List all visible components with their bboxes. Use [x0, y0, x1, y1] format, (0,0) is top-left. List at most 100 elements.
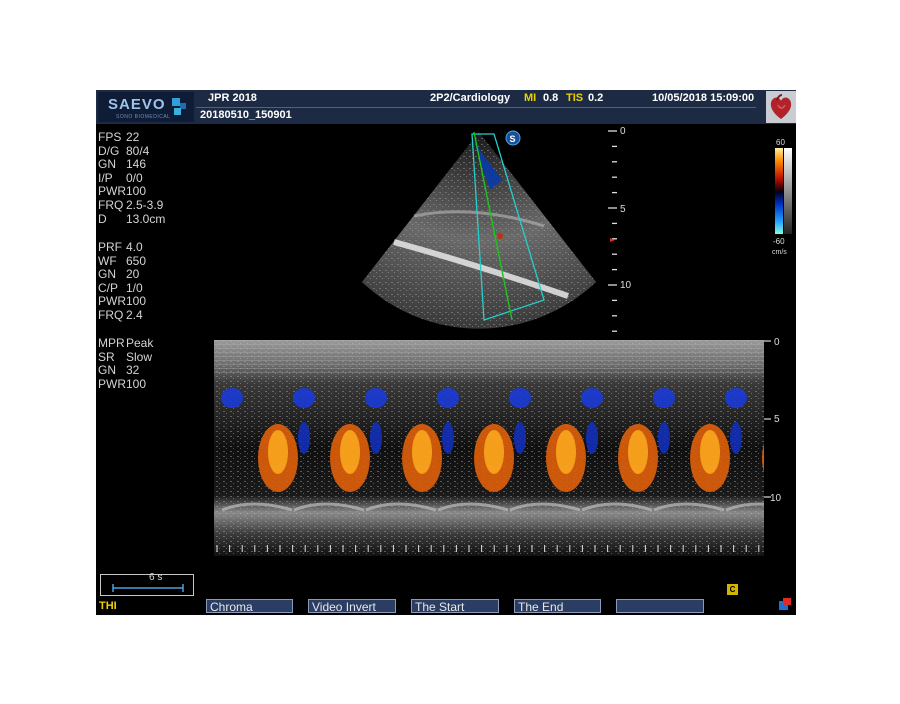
- param-gn-row: GN 20: [98, 267, 139, 281]
- ultrasound-screen: SAEVO SONO BIOMEDICAL JPR 2018 20180510_…: [96, 90, 796, 615]
- svg-text:S: S: [510, 134, 516, 144]
- depth-ruler: 0 5 10: [608, 126, 632, 332]
- flow-blob-yellow: [268, 430, 288, 474]
- flow-blob-blue-top: [293, 388, 315, 408]
- param-value: 80/4: [126, 143, 150, 158]
- param-key: FRQ: [98, 198, 124, 212]
- exam-title: JPR 2018: [208, 92, 257, 104]
- tis-label: TIS: [566, 92, 584, 104]
- mmode-depth-scale: 0 5 10: [764, 338, 782, 504]
- color-velocity-scale: 60 -60 cm/s: [772, 138, 792, 256]
- file-id: 20180510_150901: [200, 109, 292, 121]
- flow-blob-blue-top: [365, 388, 387, 408]
- param-key: FRQ: [98, 308, 124, 322]
- depth-label-0: 0: [620, 126, 626, 137]
- param-key: PRF: [98, 240, 122, 254]
- param-pwr-row: PWR100: [98, 294, 146, 308]
- header-divider: [196, 107, 756, 108]
- flow-blob-blue-side: [586, 422, 598, 454]
- flow-blob-yellow: [628, 430, 648, 474]
- param-ip-row: I/P 0/0: [98, 171, 143, 185]
- color-flow-red: [497, 233, 503, 239]
- param-key: PWR: [98, 184, 126, 199]
- param-value: 20: [126, 267, 140, 282]
- flow-blob-yellow: [556, 430, 576, 474]
- param-value: 100: [126, 184, 147, 199]
- param-gn-row: GN 146: [98, 157, 146, 171]
- param-cp-row: C/P 1/0: [98, 281, 143, 295]
- param-value: 100: [126, 376, 147, 391]
- brand-mark-icon: [172, 98, 186, 115]
- flow-blob-blue-side: [370, 422, 382, 454]
- color-scale-min: -60: [773, 237, 785, 246]
- param-value: 650: [126, 253, 147, 268]
- datetime: 10/05/2018 15:09:00: [652, 92, 755, 104]
- tis-value: 0.2: [588, 92, 604, 104]
- param-value: 13.0cm: [126, 211, 166, 226]
- param-key: D/G: [98, 143, 120, 158]
- flow-blob-yellow: [340, 430, 360, 474]
- color-mmode-strip[interactable]: [214, 340, 764, 556]
- param-key: MPR: [98, 336, 125, 350]
- param-value: 4.0: [126, 240, 143, 254]
- sweep-speed-indicator: 6 s: [100, 572, 194, 596]
- param-value: 2.5-3.9: [126, 198, 164, 212]
- softkey-the-start[interactable]: The Start: [411, 599, 499, 613]
- mmode-depth-label-0: 0: [774, 338, 780, 348]
- param-value: Slow: [126, 349, 153, 364]
- param-key: GN: [98, 157, 116, 172]
- param-value: 0/0: [126, 170, 143, 185]
- probe-preset: 2P2/Cardiology: [430, 92, 511, 104]
- softkey-blank[interactable]: [616, 599, 704, 613]
- param-value: Peak: [126, 336, 154, 350]
- flow-blob-blue-top: [653, 388, 675, 408]
- param-wf-row: WF 650: [98, 254, 146, 268]
- param-dg-row: D/G 80/4: [98, 144, 149, 158]
- flow-blob-yellow: [412, 430, 432, 474]
- param-frq-row: FRQ 2.4: [98, 308, 143, 322]
- param-key: WF: [98, 253, 117, 268]
- param-mpr-row: MPRPeak: [98, 336, 153, 350]
- param-key: D: [98, 211, 107, 226]
- param-key: FPS: [98, 130, 122, 144]
- flow-blob-blue-side: [658, 422, 670, 454]
- flow-blob-blue-top: [581, 388, 603, 408]
- param-gn-row: GN 32: [98, 363, 139, 377]
- param-key: C/P: [98, 280, 119, 295]
- softkey-the-end[interactable]: The End: [514, 599, 601, 613]
- param-value: 100: [126, 294, 147, 309]
- mmode-depth-label-10: 10: [770, 493, 782, 504]
- brand-name: SAEVO: [108, 96, 166, 113]
- softkey-chroma[interactable]: Chroma: [206, 599, 293, 613]
- param-frq-row: FRQ 2.5-3.9: [98, 198, 163, 212]
- color-scale-unit: cm/s: [772, 249, 787, 256]
- brand-subtitle: SONO BIOMEDICAL: [116, 114, 171, 120]
- param-fps-row: FPS 22: [98, 130, 139, 144]
- mmode-depth-label-5: 5: [774, 414, 780, 425]
- param-prf-row: PRF 4.0: [98, 240, 143, 254]
- bmode-sector-image[interactable]: S: [354, 124, 604, 340]
- sector-speckle: [362, 132, 596, 329]
- mode-label-thi: THI: [99, 600, 117, 612]
- softkey-video-invert[interactable]: Video Invert: [308, 599, 396, 613]
- flow-blob-blue-top: [509, 388, 531, 408]
- color-scale-max: 60: [776, 138, 785, 147]
- flow-blob-blue-top: [221, 388, 243, 408]
- flow-blob-yellow: [484, 430, 504, 474]
- mi-label: MI: [524, 92, 537, 104]
- window-icon[interactable]: [778, 598, 792, 611]
- flow-blob-blue-top: [725, 388, 747, 408]
- param-sr-row: SR Slow: [98, 350, 152, 364]
- heart-icon: [766, 91, 796, 123]
- header-bar: SAEVO SONO BIOMEDICAL JPR 2018 20180510_…: [96, 90, 796, 124]
- param-value: 2.4: [126, 308, 143, 322]
- param-pwr-row: PWR100: [98, 377, 146, 391]
- depth-label-10: 10: [620, 280, 632, 291]
- param-value: 146: [126, 157, 147, 172]
- param-pwr-row: PWR100: [98, 184, 146, 198]
- param-value: 1/0: [126, 280, 143, 295]
- cine-c-icon[interactable]: C: [727, 584, 738, 595]
- param-key: GN: [98, 363, 116, 378]
- param-key: SR: [98, 349, 115, 364]
- mi-value: 0.8: [543, 92, 559, 104]
